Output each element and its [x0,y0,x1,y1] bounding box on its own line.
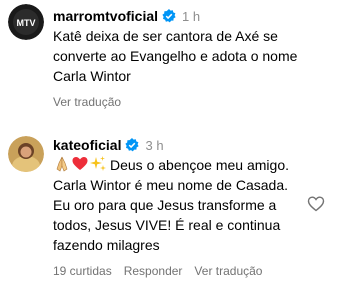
svg-text:MTV: MTV [17,18,36,28]
comment-header: kateoficial 3 h [53,137,164,153]
see-translation-link[interactable]: Ver tradução [53,95,121,109]
username[interactable]: marromtvoficial [53,8,158,24]
comment-time: 1 h [182,8,201,24]
comment-time: 3 h [145,137,164,153]
username[interactable]: kateoficial [53,137,121,153]
comment-meta: Ver tradução [53,95,121,109]
comment-header: marromtvoficial 1 h [53,8,200,24]
red-heart-emoji [72,157,88,170]
comment-meta: 19 curtidas Responder Ver tradução [53,264,262,278]
avatar-marromtvoficial[interactable]: MTV [8,4,44,40]
likes-count[interactable]: 19 curtidas [53,264,112,278]
see-translation-link[interactable]: Ver tradução [194,264,262,278]
emoji-group [53,155,107,173]
praying-hands-emoji [56,156,68,172]
like-heart-icon[interactable] [307,195,325,213]
comment-text: Katê deixa de ser cantora de Axé se conv… [53,28,298,84]
avatar-kateoficial[interactable] [8,136,44,172]
sparkles-emoji [90,156,106,171]
reply-link[interactable]: Responder [124,264,183,278]
verified-badge-icon [125,138,140,152]
verified-badge-icon [162,9,176,23]
comment-text: Deus o abençoe meu amigo. Carla Wintor é… [53,155,303,255]
